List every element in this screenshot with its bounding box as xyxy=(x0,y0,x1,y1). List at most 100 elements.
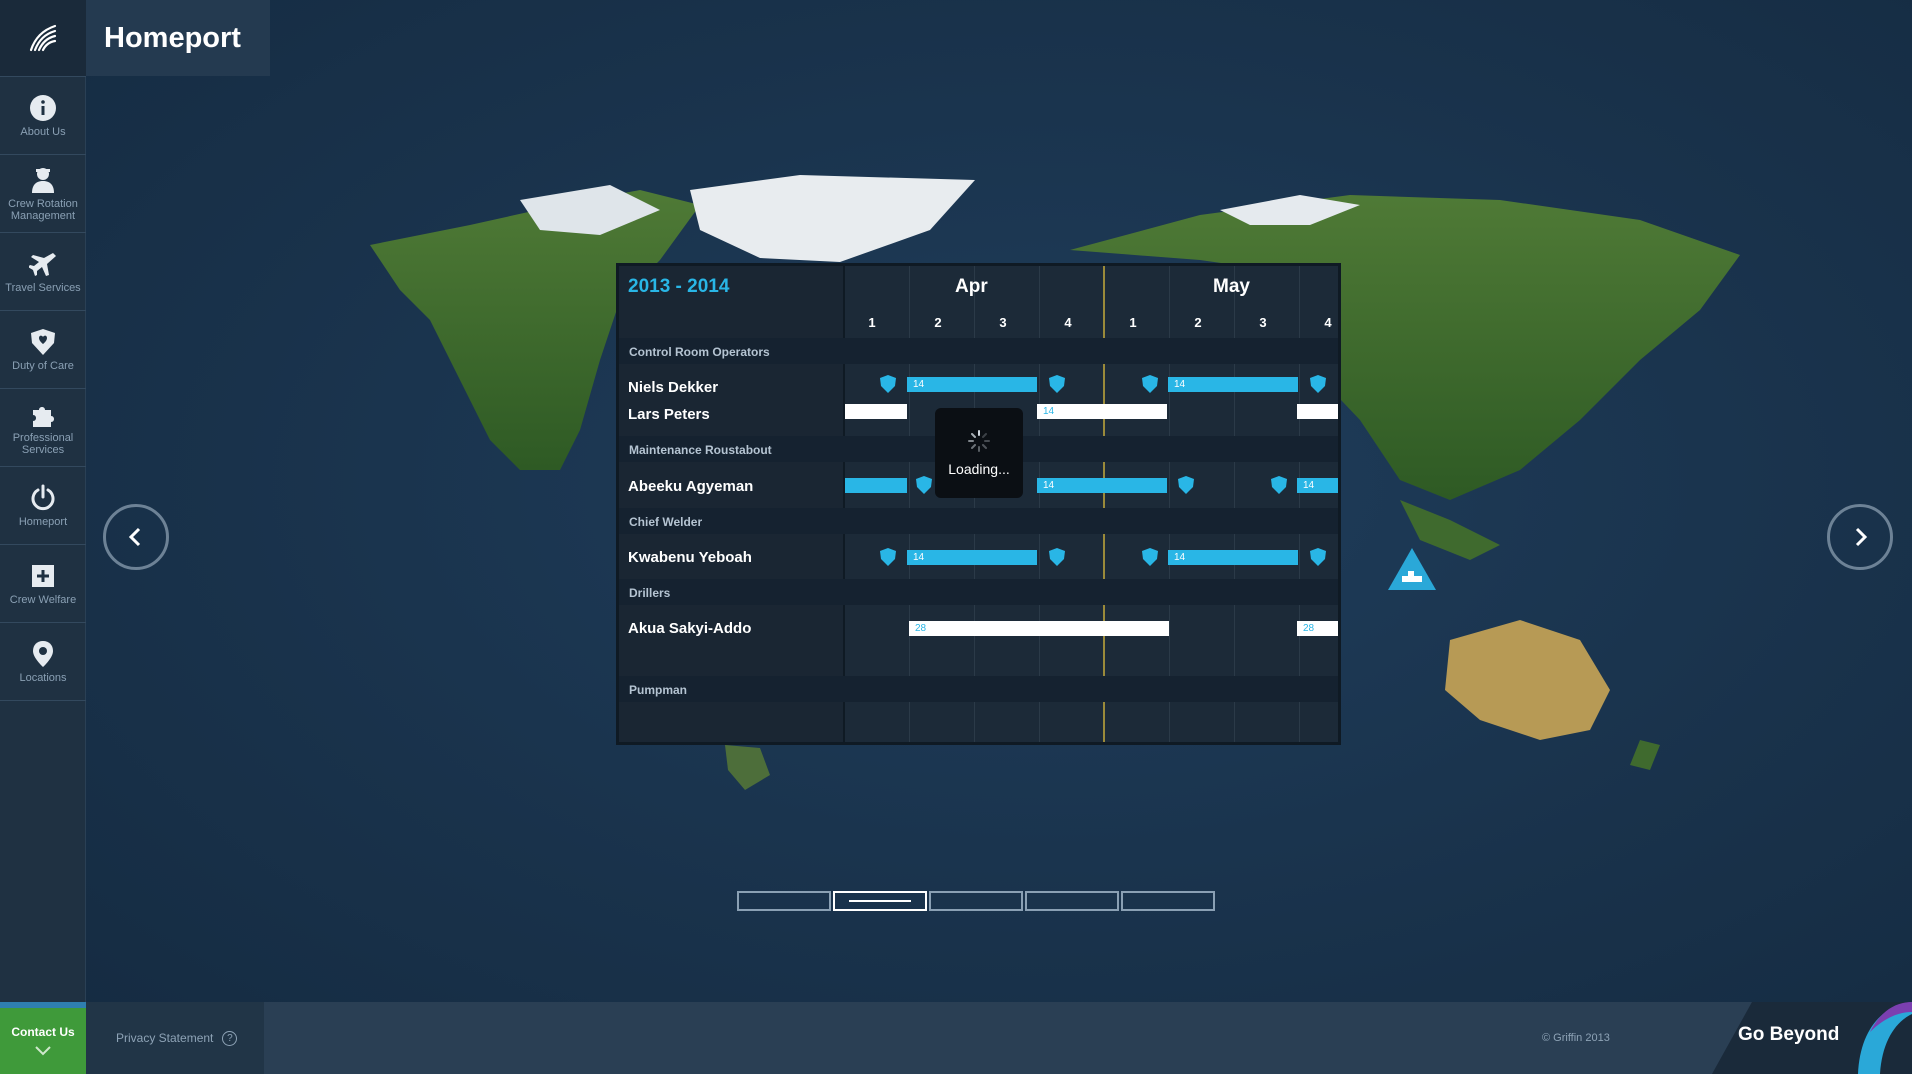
week-label: 1 xyxy=(868,315,876,330)
group-row-drillers: Drillers xyxy=(619,579,1338,605)
rotation-bar[interactable]: 14 xyxy=(907,377,1037,392)
person-abeeku-agyeman[interactable]: Abeeku Agyeman xyxy=(628,478,753,495)
rotation-bar[interactable]: 28 xyxy=(1297,621,1338,636)
privacy-label: Privacy Statement xyxy=(116,1031,214,1045)
group-label: Maintenance Roustabout xyxy=(629,443,772,457)
sidebar-item-label: Professional Services xyxy=(12,431,74,456)
rotation-bar[interactable]: 14 xyxy=(1168,377,1298,392)
group-row-chief-welder: Chief Welder xyxy=(619,508,1338,534)
person-kwabenu-yeboah[interactable]: Kwabenu Yeboah xyxy=(628,549,752,566)
chevron-right-icon xyxy=(1855,527,1868,547)
rotation-bar[interactable]: 28 xyxy=(909,621,1169,636)
group-label: Pumpman xyxy=(629,683,688,697)
rotation-bar[interactable] xyxy=(845,478,907,493)
week-label: 4 xyxy=(1324,315,1332,330)
group-label: Chief Welder xyxy=(629,515,703,529)
sidebar-item-label: Homeport xyxy=(18,515,68,528)
week-label: 4 xyxy=(1064,315,1072,330)
world-map-background: 2013 - 2014 Apr May 1 2 3 4 1 2 3 4 Cont… xyxy=(0,0,1912,1074)
person-niels-dekker[interactable]: Niels Dekker xyxy=(628,379,718,396)
shield-icon xyxy=(31,328,55,355)
sidebar-item-travel-services[interactable]: Travel Services xyxy=(0,233,86,311)
month-label-apr: Apr xyxy=(955,276,988,297)
loading-indicator: Loading... xyxy=(935,408,1023,498)
power-icon xyxy=(31,484,55,510)
sidebar-item-label: Locations xyxy=(19,671,67,684)
rotation-bar[interactable] xyxy=(845,404,907,419)
pagination xyxy=(737,891,1215,911)
sidebar-item-label: Travel Services xyxy=(5,281,81,294)
crew-icon xyxy=(32,167,54,193)
info-icon xyxy=(30,94,56,121)
week-label: 2 xyxy=(934,315,942,330)
group-row-pumpman: Pumpman xyxy=(619,676,1338,702)
shield-icon xyxy=(1178,476,1194,494)
contact-us-label: Contact Us xyxy=(11,1025,75,1039)
footer: Contact Us Privacy Statement ? © Griffin… xyxy=(0,1002,1912,1074)
sidebar-item-locations[interactable]: Locations xyxy=(0,623,86,701)
month-label-may: May xyxy=(1213,276,1250,297)
logo[interactable] xyxy=(0,0,86,77)
ship-location-marker[interactable] xyxy=(1386,546,1438,592)
sidebar-item-label: Crew Rotation Management xyxy=(8,197,78,222)
shield-icon xyxy=(1310,548,1326,566)
sidebar-item-homeport[interactable]: Homeport xyxy=(0,467,86,545)
group-row-control-room: Control Room Operators xyxy=(619,338,1338,364)
shield-icon xyxy=(1142,548,1158,566)
sidebar-item-crew-rotation[interactable]: Crew Rotation Management xyxy=(0,155,86,233)
page-indicator-3[interactable] xyxy=(929,891,1023,911)
griffin-logo-icon xyxy=(29,24,57,52)
person-lars-peters[interactable]: Lars Peters xyxy=(628,406,710,423)
page-indicator-5[interactable] xyxy=(1121,891,1215,911)
sidebar: About Us Crew Rotation Management Travel… xyxy=(0,0,86,1002)
rotation-bar[interactable]: 14 xyxy=(1297,478,1338,493)
plane-icon xyxy=(29,252,56,276)
sidebar-item-crew-welfare[interactable]: Crew Welfare xyxy=(0,545,86,623)
plus-box-icon xyxy=(32,564,54,587)
rotation-bar[interactable]: 14 xyxy=(907,550,1037,565)
rotation-bar[interactable]: 14 xyxy=(1037,478,1167,493)
previous-arrow-button[interactable] xyxy=(103,504,169,570)
sidebar-item-duty-of-care[interactable]: Duty of Care xyxy=(0,311,86,389)
shield-icon xyxy=(880,548,896,566)
sidebar-item-label: About Us xyxy=(20,125,66,138)
week-label: 3 xyxy=(999,315,1007,330)
group-label: Drillers xyxy=(629,586,671,600)
page-title: Homeport xyxy=(86,0,270,76)
chevron-down-icon xyxy=(35,1046,51,1056)
crew-schedule-panel: 2013 - 2014 Apr May 1 2 3 4 1 2 3 4 Cont… xyxy=(616,263,1341,745)
week-label: 1 xyxy=(1129,315,1137,330)
loading-text: Loading... xyxy=(948,461,1010,477)
group-label: Control Room Operators xyxy=(629,345,770,359)
copyright-text: © Griffin 2013 xyxy=(1542,1032,1610,1044)
shield-icon xyxy=(1142,375,1158,393)
puzzle-icon xyxy=(33,406,54,427)
shield-icon xyxy=(880,375,896,393)
sidebar-item-label: Duty of Care xyxy=(12,359,74,372)
week-label: 2 xyxy=(1194,315,1202,330)
week-label: 3 xyxy=(1259,315,1267,330)
rotation-bar[interactable]: 14 xyxy=(1037,404,1167,419)
page-indicator-1[interactable] xyxy=(737,891,831,911)
shield-icon xyxy=(916,476,932,494)
location-pin-icon xyxy=(33,640,53,667)
shield-icon xyxy=(1271,476,1287,494)
sidebar-item-label: Crew Welfare xyxy=(9,593,77,606)
shield-icon xyxy=(1310,375,1326,393)
page-indicator-4[interactable] xyxy=(1025,891,1119,911)
sidebar-item-about-us[interactable]: About Us xyxy=(0,77,86,155)
sidebar-item-professional-services[interactable]: Professional Services xyxy=(0,389,86,467)
brand-swoosh-icon xyxy=(1858,1002,1912,1074)
rotation-bar[interactable] xyxy=(1297,404,1338,419)
year-range-label: 2013 - 2014 xyxy=(628,276,730,297)
rotation-bar[interactable]: 14 xyxy=(1168,550,1298,565)
spinner-icon xyxy=(968,430,990,452)
next-arrow-button[interactable] xyxy=(1827,504,1893,570)
page-indicator-2[interactable] xyxy=(833,891,927,911)
privacy-statement-link[interactable]: Privacy Statement ? xyxy=(86,1002,264,1074)
person-akua-sakyi-addo[interactable]: Akua Sakyi-Addo xyxy=(628,620,751,637)
contact-us-button[interactable]: Contact Us xyxy=(0,1002,86,1074)
shield-icon xyxy=(1049,375,1065,393)
tagline: Go Beyond xyxy=(1738,1024,1840,1045)
chevron-left-icon xyxy=(128,527,141,547)
